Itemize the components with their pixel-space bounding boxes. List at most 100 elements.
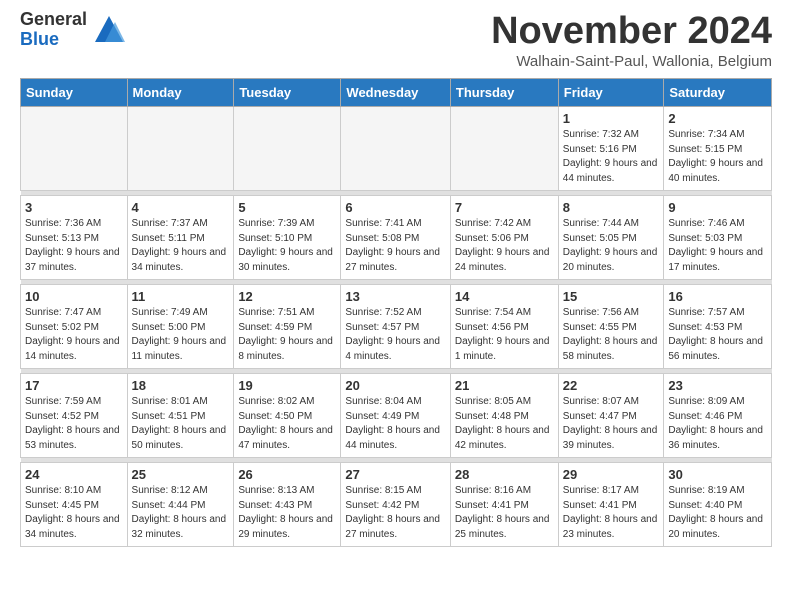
day-info: Sunrise: 8:13 AM Sunset: 4:43 PM Dayligh… [238, 484, 336, 542]
day-number: 13 [345, 289, 445, 304]
day-info: Sunrise: 7:37 AM Sunset: 5:11 PM Dayligh… [132, 217, 230, 275]
day-cell [21, 107, 128, 191]
day-cell: 24 Sunrise: 8:10 AM Sunset: 4:45 PM Dayli… [21, 463, 128, 547]
day-cell: 21 Sunrise: 8:05 AM Sunset: 4:48 PM Dayli… [450, 374, 558, 458]
day-info: Sunrise: 7:32 AM Sunset: 5:16 PM Dayligh… [563, 128, 660, 186]
logo-icon [93, 14, 125, 46]
month-title: November 2024 [491, 10, 772, 53]
day-info: Sunrise: 8:12 AM Sunset: 4:44 PM Dayligh… [132, 484, 230, 542]
day-info: Sunrise: 8:16 AM Sunset: 4:41 PM Dayligh… [455, 484, 554, 542]
day-number: 6 [345, 200, 445, 215]
day-cell [341, 107, 450, 191]
day-info: Sunrise: 8:04 AM Sunset: 4:49 PM Dayligh… [345, 395, 445, 453]
day-info: Sunrise: 7:56 AM Sunset: 4:55 PM Dayligh… [563, 306, 660, 364]
day-info: Sunrise: 7:51 AM Sunset: 4:59 PM Dayligh… [238, 306, 336, 364]
day-info: Sunrise: 7:47 AM Sunset: 5:02 PM Dayligh… [25, 306, 123, 364]
day-cell: 9 Sunrise: 7:46 AM Sunset: 5:03 PM Daylig… [664, 196, 772, 280]
day-info: Sunrise: 7:46 AM Sunset: 5:03 PM Dayligh… [668, 217, 767, 275]
day-number: 4 [132, 200, 230, 215]
day-cell: 12 Sunrise: 7:51 AM Sunset: 4:59 PM Dayli… [234, 285, 341, 369]
day-number: 27 [345, 467, 445, 482]
day-info: Sunrise: 7:34 AM Sunset: 5:15 PM Dayligh… [668, 128, 767, 186]
day-cell: 18 Sunrise: 8:01 AM Sunset: 4:51 PM Dayli… [127, 374, 234, 458]
day-info: Sunrise: 7:41 AM Sunset: 5:08 PM Dayligh… [345, 217, 445, 275]
day-header-wednesday: Wednesday [341, 79, 450, 107]
day-number: 23 [668, 378, 767, 393]
day-info: Sunrise: 8:15 AM Sunset: 4:42 PM Dayligh… [345, 484, 445, 542]
day-cell: 15 Sunrise: 7:56 AM Sunset: 4:55 PM Dayli… [558, 285, 664, 369]
day-cell: 6 Sunrise: 7:41 AM Sunset: 5:08 PM Daylig… [341, 196, 450, 280]
day-cell: 7Sunrise: 7:42 AM Sunset: 5:06 PM Daylig… [450, 196, 558, 280]
day-header-friday: Friday [558, 79, 664, 107]
day-cell: 17Sunrise: 7:59 AM Sunset: 4:52 PM Dayli… [21, 374, 128, 458]
day-cell: 30 Sunrise: 8:19 AM Sunset: 4:40 PM Dayli… [664, 463, 772, 547]
location: Walhain-Saint-Paul, Wallonia, Belgium [491, 53, 772, 70]
day-number: 15 [563, 289, 660, 304]
day-info: Sunrise: 7:49 AM Sunset: 5:00 PM Dayligh… [132, 306, 230, 364]
day-header-sunday: Sunday [21, 79, 128, 107]
day-info: Sunrise: 7:54 AM Sunset: 4:56 PM Dayligh… [455, 306, 554, 364]
day-number: 1 [563, 111, 660, 126]
day-number: 20 [345, 378, 445, 393]
day-cell: 16 Sunrise: 7:57 AM Sunset: 4:53 PM Dayli… [664, 285, 772, 369]
day-cell: 26 Sunrise: 8:13 AM Sunset: 4:43 PM Dayli… [234, 463, 341, 547]
day-info: Sunrise: 8:01 AM Sunset: 4:51 PM Dayligh… [132, 395, 230, 453]
day-number: 2 [668, 111, 767, 126]
logo: General Blue [20, 10, 125, 50]
day-info: Sunrise: 8:05 AM Sunset: 4:48 PM Dayligh… [455, 395, 554, 453]
day-number: 25 [132, 467, 230, 482]
day-number: 19 [238, 378, 336, 393]
day-info: Sunrise: 8:07 AM Sunset: 4:47 PM Dayligh… [563, 395, 660, 453]
day-number: 8 [563, 200, 660, 215]
day-info: Sunrise: 7:52 AM Sunset: 4:57 PM Dayligh… [345, 306, 445, 364]
day-number: 21 [455, 378, 554, 393]
day-cell: 28 Sunrise: 8:16 AM Sunset: 4:41 PM Dayli… [450, 463, 558, 547]
day-number: 3 [25, 200, 123, 215]
day-info: Sunrise: 8:09 AM Sunset: 4:46 PM Dayligh… [668, 395, 767, 453]
day-cell: 29Sunrise: 8:17 AM Sunset: 4:41 PM Dayli… [558, 463, 664, 547]
day-info: Sunrise: 7:39 AM Sunset: 5:10 PM Dayligh… [238, 217, 336, 275]
day-cell [127, 107, 234, 191]
day-number: 24 [25, 467, 123, 482]
day-number: 9 [668, 200, 767, 215]
day-number: 10 [25, 289, 123, 304]
day-number: 26 [238, 467, 336, 482]
day-cell: 1 Sunrise: 7:32 AM Sunset: 5:16 PM Daylig… [558, 107, 664, 191]
day-info: Sunrise: 8:17 AM Sunset: 4:41 PM Dayligh… [563, 484, 660, 542]
day-info: Sunrise: 7:57 AM Sunset: 4:53 PM Dayligh… [668, 306, 767, 364]
day-info: Sunrise: 7:36 AM Sunset: 5:13 PM Dayligh… [25, 217, 123, 275]
calendar-week-2: 3 Sunrise: 7:36 AM Sunset: 5:13 PM Daylig… [21, 196, 772, 280]
day-cell: 3 Sunrise: 7:36 AM Sunset: 5:13 PM Daylig… [21, 196, 128, 280]
day-number: 12 [238, 289, 336, 304]
day-info: Sunrise: 7:42 AM Sunset: 5:06 PM Dayligh… [455, 217, 554, 275]
day-header-tuesday: Tuesday [234, 79, 341, 107]
day-cell [234, 107, 341, 191]
day-cell: 13 Sunrise: 7:52 AM Sunset: 4:57 PM Dayli… [341, 285, 450, 369]
day-info: Sunrise: 7:44 AM Sunset: 5:05 PM Dayligh… [563, 217, 660, 275]
day-number: 18 [132, 378, 230, 393]
day-cell: 8 Sunrise: 7:44 AM Sunset: 5:05 PM Daylig… [558, 196, 664, 280]
day-number: 30 [668, 467, 767, 482]
day-cell: 4 Sunrise: 7:37 AM Sunset: 5:11 PM Daylig… [127, 196, 234, 280]
day-number: 16 [668, 289, 767, 304]
day-cell: 20 Sunrise: 8:04 AM Sunset: 4:49 PM Dayli… [341, 374, 450, 458]
logo-general: General [20, 10, 87, 30]
day-info: Sunrise: 8:10 AM Sunset: 4:45 PM Dayligh… [25, 484, 123, 542]
day-cell: 5Sunrise: 7:39 AM Sunset: 5:10 PM Daylig… [234, 196, 341, 280]
calendar-week-5: 24 Sunrise: 8:10 AM Sunset: 4:45 PM Dayli… [21, 463, 772, 547]
calendar-week-1: 1 Sunrise: 7:32 AM Sunset: 5:16 PM Daylig… [21, 107, 772, 191]
day-cell: 25 Sunrise: 8:12 AM Sunset: 4:44 PM Dayli… [127, 463, 234, 547]
calendar-week-4: 17Sunrise: 7:59 AM Sunset: 4:52 PM Dayli… [21, 374, 772, 458]
day-number: 11 [132, 289, 230, 304]
day-number: 28 [455, 467, 554, 482]
day-header-saturday: Saturday [664, 79, 772, 107]
day-info: Sunrise: 7:59 AM Sunset: 4:52 PM Dayligh… [25, 395, 123, 453]
day-info: Sunrise: 8:19 AM Sunset: 4:40 PM Dayligh… [668, 484, 767, 542]
day-cell: 11 Sunrise: 7:49 AM Sunset: 5:00 PM Dayli… [127, 285, 234, 369]
calendar-table: SundayMondayTuesdayWednesdayThursdayFrid… [20, 78, 772, 547]
day-cell: 2 Sunrise: 7:34 AM Sunset: 5:15 PM Daylig… [664, 107, 772, 191]
logo-blue: Blue [20, 30, 87, 50]
day-cell: 14Sunrise: 7:54 AM Sunset: 4:56 PM Dayli… [450, 285, 558, 369]
day-header-monday: Monday [127, 79, 234, 107]
day-info: Sunrise: 8:02 AM Sunset: 4:50 PM Dayligh… [238, 395, 336, 453]
